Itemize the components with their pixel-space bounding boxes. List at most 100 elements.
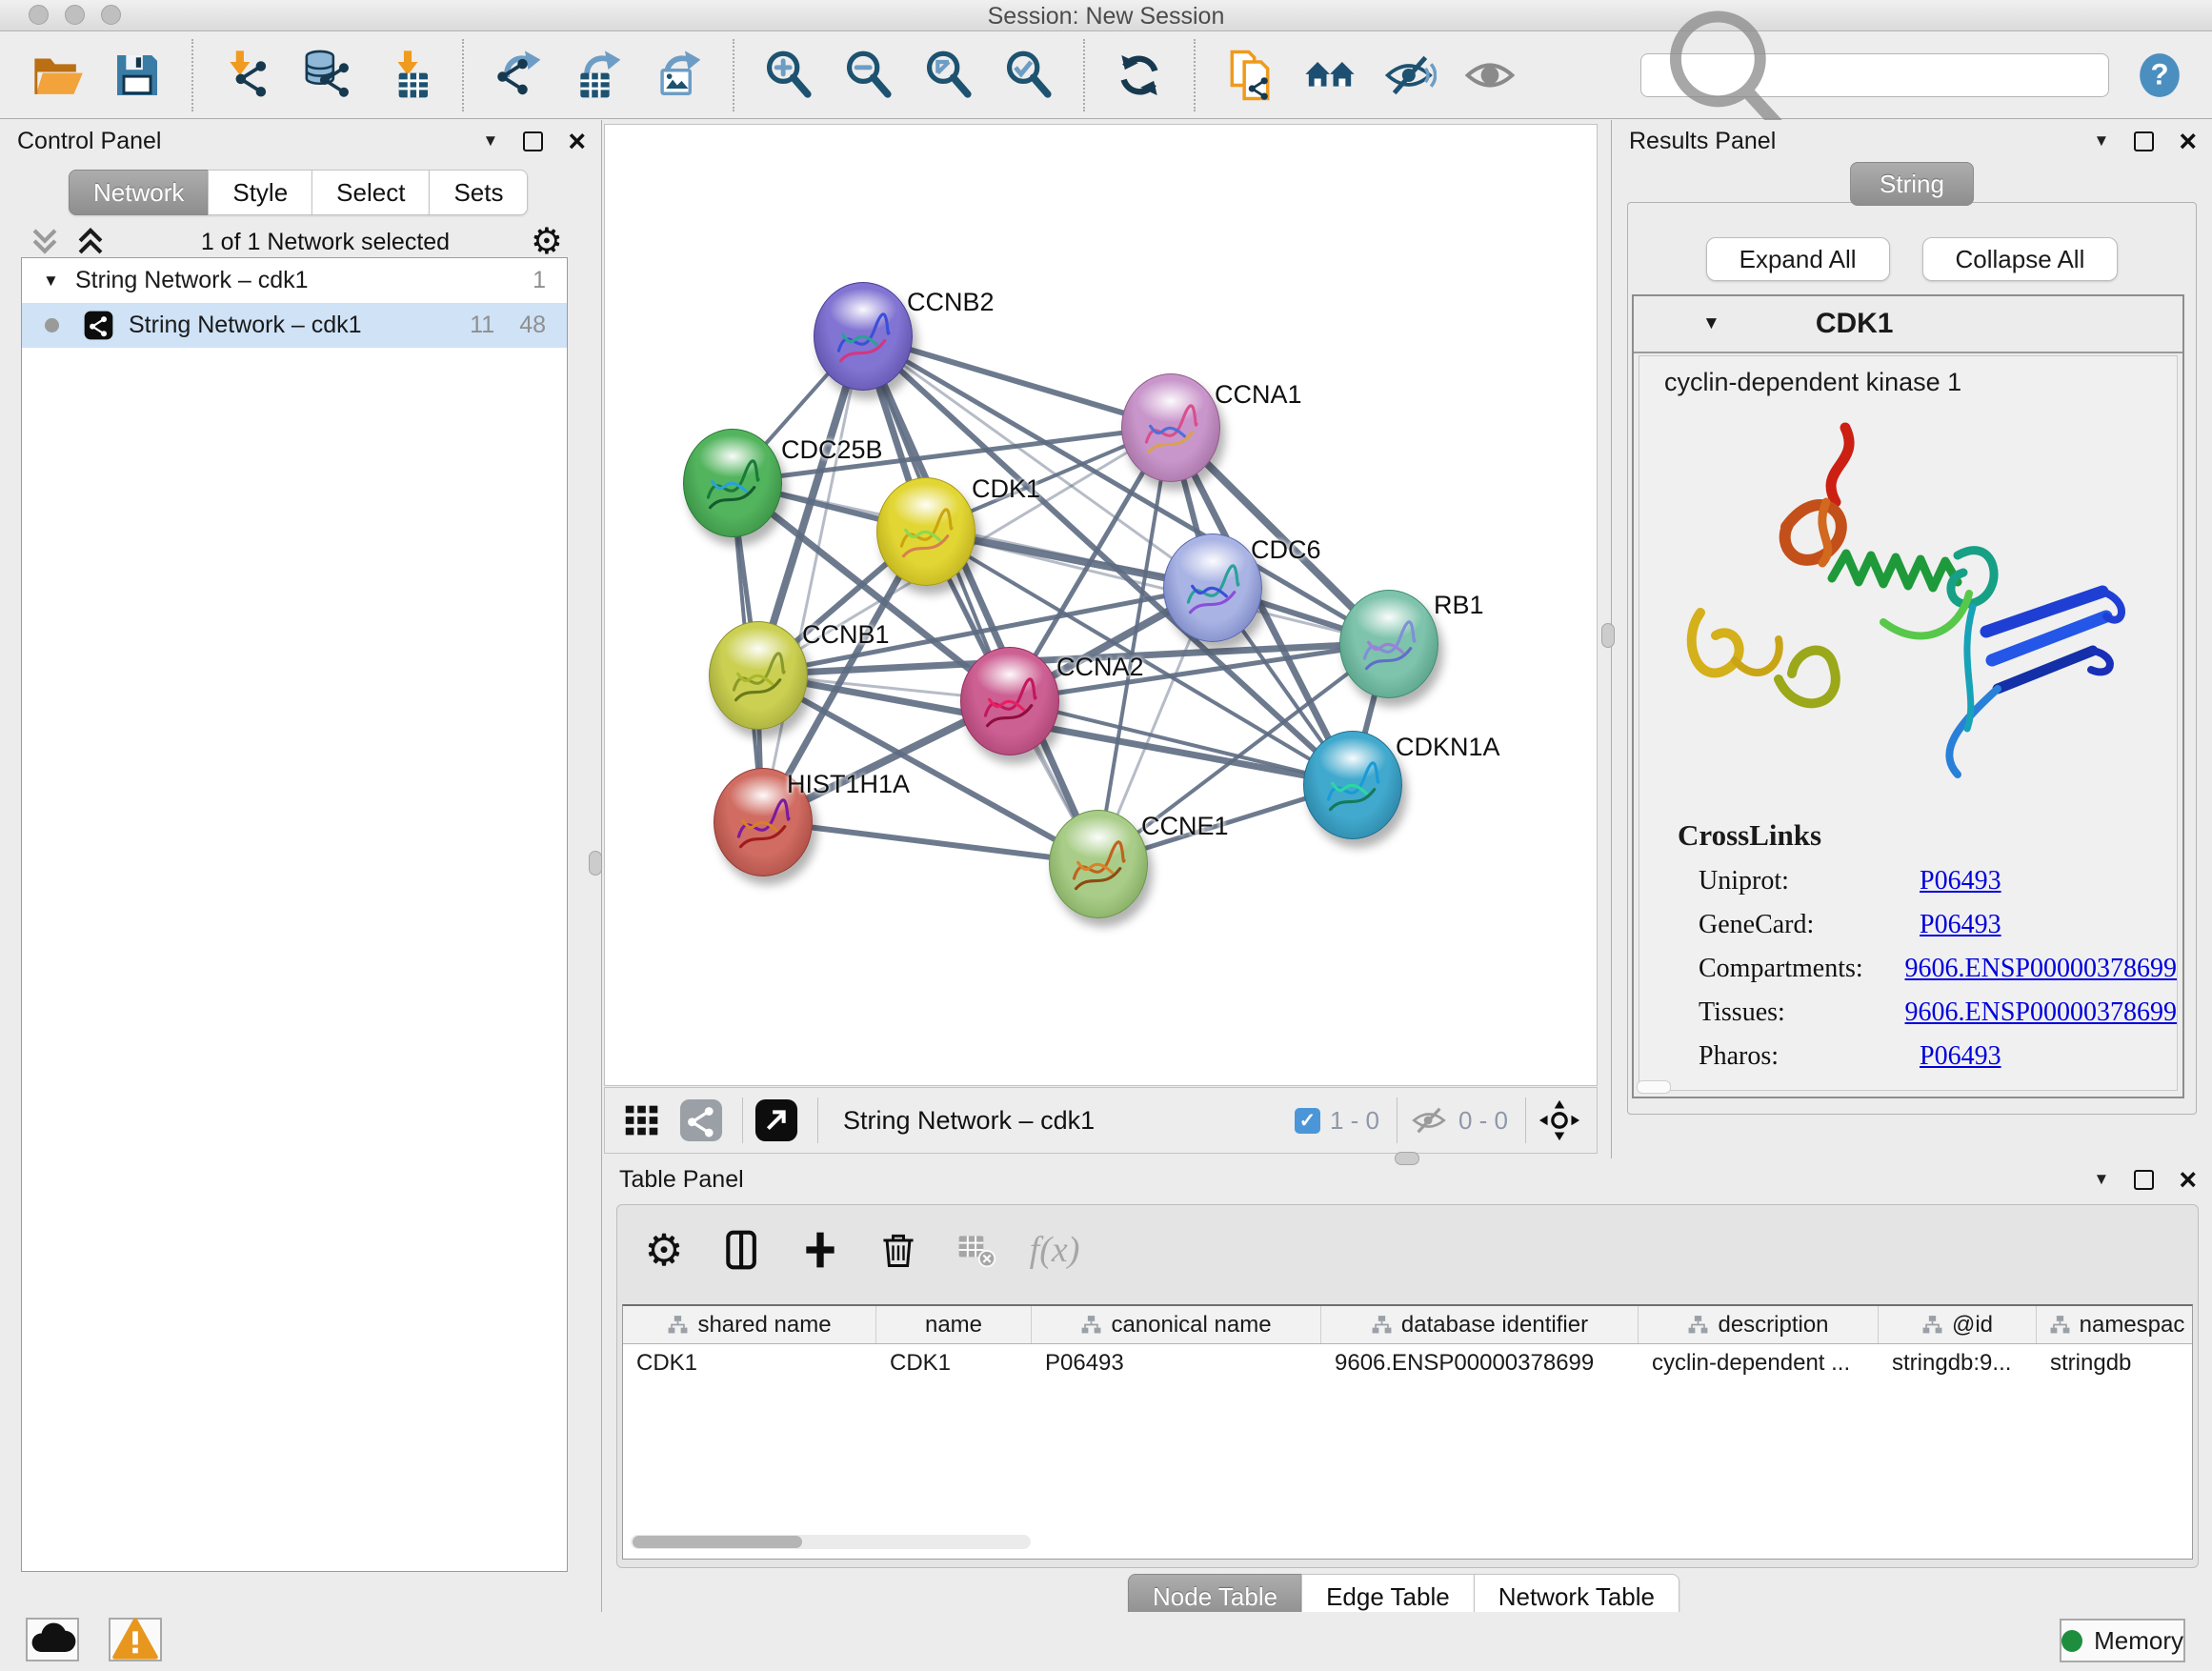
network-view-icon[interactable] <box>679 1098 723 1142</box>
import-string-network-button[interactable] <box>1222 48 1277 103</box>
column-header-description[interactable]: description <box>1639 1306 1879 1343</box>
toolbar-separator <box>462 39 464 111</box>
birds-eye-view-icon[interactable] <box>754 1098 798 1142</box>
cloud-button[interactable] <box>26 1618 79 1661</box>
vertical-splitter-grip[interactable] <box>589 851 602 876</box>
node-cdc6[interactable] <box>1163 534 1262 642</box>
hide-panel-button[interactable] <box>1382 48 1438 103</box>
column-header-canonical-name[interactable]: canonical name <box>1032 1306 1321 1343</box>
results-float-icon[interactable] <box>2134 131 2154 151</box>
table-cell[interactable]: P06493 <box>1032 1344 1321 1382</box>
results-menu-icon[interactable]: ▼ <box>2093 131 2109 151</box>
crosslink-link[interactable]: P06493 <box>1920 866 2001 896</box>
save-session-button[interactable] <box>110 48 165 103</box>
column-header--id[interactable]: @id <box>1879 1306 2037 1343</box>
memory-button[interactable]: Memory <box>2060 1619 2185 1662</box>
zoom-selected-button[interactable] <box>1001 48 1056 103</box>
protein-squiggle-icon <box>1357 617 1420 683</box>
tab-string[interactable]: String <box>1850 162 1974 206</box>
import-network-from-database-button[interactable] <box>300 48 355 103</box>
crosslink-link[interactable]: P06493 <box>1920 1041 2001 1072</box>
table-cell[interactable]: stringdb <box>2037 1344 2193 1382</box>
open-session-button[interactable] <box>30 48 85 103</box>
import-network-button[interactable] <box>220 48 275 103</box>
table-hscrollbar-thumb[interactable] <box>633 1536 802 1548</box>
search-box[interactable] <box>1640 53 2109 97</box>
protein-squiggle-icon <box>977 674 1041 740</box>
results-close-icon[interactable]: × <box>2179 131 2197 151</box>
table-cell[interactable]: stringdb:9... <box>1879 1344 2037 1382</box>
node-label-ccnb1: CCNB1 <box>802 620 890 650</box>
network-canvas[interactable]: CCNB2CCNA1CDC25BCDK1CDC6RB1CCNB1CCNA2CDK… <box>604 124 1598 1086</box>
panel-float-icon[interactable] <box>523 131 543 151</box>
column-header-shared-name[interactable]: shared name <box>623 1306 876 1343</box>
export-image-button[interactable] <box>651 48 706 103</box>
gene-disclosure-icon[interactable]: ▼ <box>1702 313 1720 334</box>
vertical-splitter-grip-right[interactable] <box>1601 623 1615 648</box>
node-rb1[interactable] <box>1339 590 1438 698</box>
results-scrollbar-thumb[interactable] <box>1637 1080 1671 1094</box>
zoom-fit-button[interactable] <box>921 48 976 103</box>
export-table-button[interactable] <box>571 48 626 103</box>
node-cdc25b[interactable] <box>683 429 782 537</box>
tab-select[interactable]: Select <box>312 170 430 215</box>
table-close-icon[interactable]: × <box>2179 1170 2197 1189</box>
network-row[interactable]: String Network – cdk1 11 48 <box>22 303 567 348</box>
table-cell[interactable]: CDK1 <box>623 1344 876 1382</box>
collapse-all-networks-icon[interactable] <box>29 226 61 258</box>
refresh-layout-button[interactable] <box>1112 48 1167 103</box>
help-button[interactable]: ? <box>2136 51 2183 99</box>
gene-card-header[interactable]: ▼ CDK1 <box>1634 296 2182 353</box>
hidden-items-icon[interactable] <box>1409 1100 1449 1140</box>
tab-sets[interactable]: Sets <box>429 170 528 215</box>
panel-close-icon[interactable]: × <box>568 131 586 151</box>
crosslink-link[interactable]: 9606.ENSP00000378699 <box>1905 997 2177 1028</box>
fit-selected-icon[interactable] <box>1538 1098 1581 1142</box>
zoom-in-button[interactable] <box>761 48 816 103</box>
change-species-button[interactable] <box>1302 48 1357 103</box>
crosslink-link[interactable]: P06493 <box>1920 910 2001 940</box>
node-cdkn1a[interactable] <box>1303 731 1402 839</box>
import-table-button[interactable] <box>380 48 435 103</box>
column-header-database-identifier[interactable]: database identifier <box>1321 1306 1639 1343</box>
trash-icon[interactable] <box>876 1228 920 1272</box>
table-cell[interactable]: cyclin-dependent ... <box>1639 1344 1879 1382</box>
column-header-namespac[interactable]: namespac <box>2037 1306 2193 1343</box>
warnings-button[interactable] <box>109 1618 162 1661</box>
horizontal-splitter-grip[interactable] <box>1395 1152 1419 1165</box>
search-input[interactable] <box>1809 55 2108 95</box>
node-ccne1[interactable] <box>1049 810 1148 918</box>
selected-items-checkbox[interactable]: ✓ <box>1295 1108 1320 1134</box>
zoom-out-button[interactable] <box>841 48 896 103</box>
expand-all-networks-icon[interactable] <box>74 226 107 258</box>
column-header-name[interactable]: name <box>876 1306 1032 1343</box>
expand-all-button[interactable]: Expand All <box>1706 237 1890 281</box>
gear-icon[interactable]: ⚙ <box>642 1228 686 1272</box>
table-menu-icon[interactable]: ▼ <box>2093 1170 2109 1189</box>
node-cdk1[interactable] <box>876 477 975 586</box>
tab-network[interactable]: Network <box>69 170 209 215</box>
table-cell[interactable]: 9606.ENSP00000378699 <box>1321 1344 1639 1382</box>
table-panel: Table Panel ▼ × ⚙f(x) shared namenamecan… <box>602 1158 2212 1612</box>
table-hscrollbar[interactable] <box>631 1535 1031 1549</box>
network-collection-row[interactable]: ▼ String Network – cdk1 1 <box>22 258 567 303</box>
columns-icon[interactable] <box>720 1228 764 1272</box>
collection-disclosure-icon[interactable]: ▼ <box>43 272 62 291</box>
node-ccna1[interactable] <box>1121 373 1220 482</box>
network-options-gear-icon[interactable]: ⚙ <box>531 224 563 260</box>
table-cell[interactable]: CDK1 <box>876 1344 1032 1382</box>
panel-menu-icon[interactable]: ▼ <box>482 131 498 151</box>
grid-view-icon[interactable] <box>620 1098 664 1142</box>
table-row[interactable]: CDK1CDK1P064939606.ENSP00000378699cyclin… <box>623 1344 2192 1382</box>
node-ccna2[interactable] <box>960 647 1059 755</box>
show-panel-button[interactable] <box>1462 48 1518 103</box>
node-ccnb1[interactable] <box>709 621 808 730</box>
collapse-all-button[interactable]: Collapse All <box>1922 237 2119 281</box>
network-view-toolbar: String Network – cdk1 ✓ 1 - 0 0 - 0 <box>604 1087 1598 1154</box>
node-ccnb2[interactable] <box>814 282 913 391</box>
crosslink-link[interactable]: 9606.ENSP00000378699 <box>1905 954 2177 984</box>
table-float-icon[interactable] <box>2134 1170 2154 1190</box>
export-network-button[interactable] <box>491 48 546 103</box>
add-icon[interactable] <box>798 1228 842 1272</box>
tab-style[interactable]: Style <box>208 170 312 215</box>
